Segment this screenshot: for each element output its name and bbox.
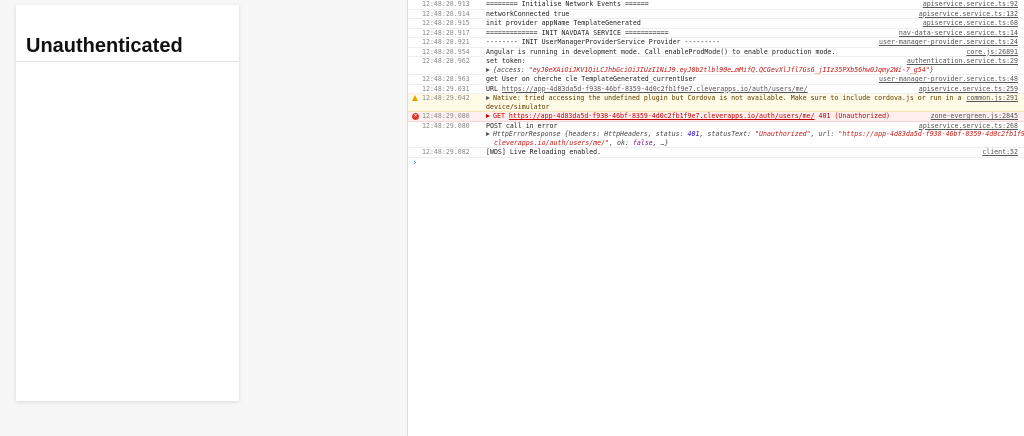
log-entry: 12:48:28.917 ============= INIT NAVDATA … bbox=[408, 28, 1024, 38]
log-timestamp: 12:48:29.080 bbox=[422, 121, 470, 130]
log-message: [WDS] Live Reloading enabled. bbox=[486, 148, 602, 156]
log-entry: 12:48:28.921 -------- INIT UserManagerPr… bbox=[408, 38, 1024, 48]
log-message: Angular is running in development mode. … bbox=[486, 47, 836, 56]
log-source-link[interactable]: client:52 bbox=[982, 148, 1018, 157]
log-source-link[interactable]: user-manager-provider.service.ts:24 bbox=[879, 38, 1018, 47]
log-source-link[interactable]: apiservice.service.ts:268 bbox=[919, 122, 1018, 131]
warning-icon bbox=[412, 95, 418, 101]
log-timestamp: 12:48:28.917 bbox=[422, 28, 470, 37]
log-entry: 12:48:28.913 ======== Initialise Network… bbox=[408, 0, 1024, 10]
object-text: , ok: bbox=[609, 138, 633, 147]
object-text: , statusText: bbox=[699, 130, 756, 138]
log-timestamp: 12:48:29.082 bbox=[422, 148, 470, 156]
expand-triangle-icon[interactable] bbox=[486, 132, 490, 136]
log-message-text: Native: tried accessing the undefined pl… bbox=[493, 94, 962, 102]
log-source-link[interactable]: apiservice.service.ts:132 bbox=[919, 10, 1018, 19]
log-object-preview-continuation: cleverapps.io/auth/users/me/", ok: false… bbox=[486, 139, 1020, 148]
log-entry-error: × 12:48:29.080 GET https://app-4d83da5d-… bbox=[408, 112, 1024, 122]
log-source-link[interactable]: zone-evergreen.js:2845 bbox=[931, 112, 1018, 121]
url-link[interactable]: https://app-4d83da5d-f938-46bf-8359-4d0c… bbox=[502, 85, 808, 93]
log-timestamp: 12:48:28.913 bbox=[422, 0, 470, 8]
device-frame: Unauthenticated bbox=[16, 5, 239, 401]
object-text: HttpErrorResponse {headers: HttpHeaders,… bbox=[493, 130, 688, 138]
log-timestamp: 12:48:28.963 bbox=[422, 75, 470, 83]
console-input[interactable]: › bbox=[408, 158, 1024, 170]
log-timestamp: 12:48:28.921 bbox=[422, 38, 470, 46]
log-source-link[interactable]: user-manager-provider.service.ts:48 bbox=[879, 75, 1018, 84]
object-text: , url: bbox=[810, 130, 839, 138]
http-method: GET bbox=[493, 112, 509, 120]
object-number-value: 401 bbox=[687, 130, 700, 138]
devtools-console: 12:48:28.913 ======== Initialise Network… bbox=[407, 0, 1024, 436]
log-message-text: URL bbox=[486, 84, 502, 93]
log-entry: 12:48:28.963 get User on cherche cle Tem… bbox=[408, 75, 1024, 85]
log-message: Native: tried accessing the undefined pl… bbox=[486, 94, 1020, 103]
log-timestamp: 12:48:29.080 bbox=[422, 112, 470, 120]
log-timestamp: 12:48:29.031 bbox=[422, 84, 470, 93]
log-source-link[interactable]: common.js:291 bbox=[966, 94, 1018, 103]
log-timestamp: 12:48:28.962 bbox=[422, 57, 470, 65]
log-object-preview[interactable]: HttpErrorResponse {headers: HttpHeaders,… bbox=[486, 130, 1024, 139]
log-timestamp: 12:48:28.954 bbox=[422, 47, 470, 56]
log-source-link[interactable]: authentication.service.ts:29 bbox=[907, 57, 1018, 66]
log-source-link[interactable]: nav-data-service.service.ts:14 bbox=[899, 29, 1018, 38]
log-source-link[interactable]: apiservice.service.ts:92 bbox=[923, 0, 1018, 9]
url-link[interactable]: https://app-4d83da5d-f938-46bf-8359-4d0c… bbox=[509, 112, 815, 120]
object-string-value: "Unauthorized" bbox=[755, 130, 811, 138]
expand-triangle-icon[interactable] bbox=[486, 67, 490, 72]
log-message-continuation: device/simulator bbox=[486, 102, 550, 111]
log-source-link[interactable]: core.js:26891 bbox=[966, 48, 1018, 57]
log-entry: 12:48:28.954 Angular is running in devel… bbox=[408, 47, 1024, 57]
object-string-value: cleverapps.io/auth/users/me/" bbox=[493, 138, 610, 147]
expand-triangle-icon[interactable] bbox=[486, 114, 490, 118]
log-timestamp: 12:48:28.914 bbox=[422, 9, 470, 18]
object-boolean-value: false bbox=[632, 138, 653, 147]
device-preview-area: Unauthenticated bbox=[0, 0, 407, 436]
log-source-link[interactable]: apiservice.service.ts:259 bbox=[919, 85, 1018, 94]
http-status: 401 (Unauthorized) bbox=[814, 112, 891, 120]
object-key: {access: bbox=[493, 65, 529, 74]
object-string-value: "eyJ0eXAiOiJKV1QiLCJhbGciOiJIUzI1NiJ9.ey… bbox=[528, 65, 930, 74]
log-timestamp: 12:48:28.915 bbox=[422, 19, 470, 27]
error-icon: × bbox=[412, 113, 419, 120]
log-entry-warning: 12:48:29.042 Native: tried accessing the… bbox=[408, 94, 1024, 112]
object-string-value: "https://app-4d83da5d-f938-46bf-8359-4d0… bbox=[838, 130, 1024, 138]
log-object-preview[interactable]: {access: "eyJ0eXAiOiJKV1QiLCJhbGciOiJIUz… bbox=[486, 66, 1020, 75]
page-title: Unauthenticated bbox=[26, 35, 183, 57]
log-entry: 12:48:29.082 [WDS] Live Reloading enable… bbox=[408, 148, 1024, 158]
log-entry: 12:48:29.031 URL https://app-4d83da5d-f9… bbox=[408, 84, 1024, 94]
app-header: Unauthenticated bbox=[16, 5, 239, 62]
log-entry: 12:48:29.080 POST call in error apiservi… bbox=[408, 121, 1024, 148]
log-source-link[interactable]: apiservice.service.ts:68 bbox=[923, 19, 1018, 28]
expand-triangle-icon[interactable] bbox=[486, 96, 490, 100]
object-brace: } bbox=[929, 65, 934, 74]
object-text: , …} bbox=[652, 138, 669, 147]
log-entry: 12:48:28.962 set token: authentication.s… bbox=[408, 57, 1024, 75]
log-entry: 12:48:28.914 networkConnected true apise… bbox=[408, 9, 1024, 19]
log-entry: 12:48:28.915 init provider appName Templ… bbox=[408, 19, 1024, 29]
log-timestamp: 12:48:29.042 bbox=[422, 94, 470, 102]
console-prompt-icon: › bbox=[412, 157, 418, 168]
